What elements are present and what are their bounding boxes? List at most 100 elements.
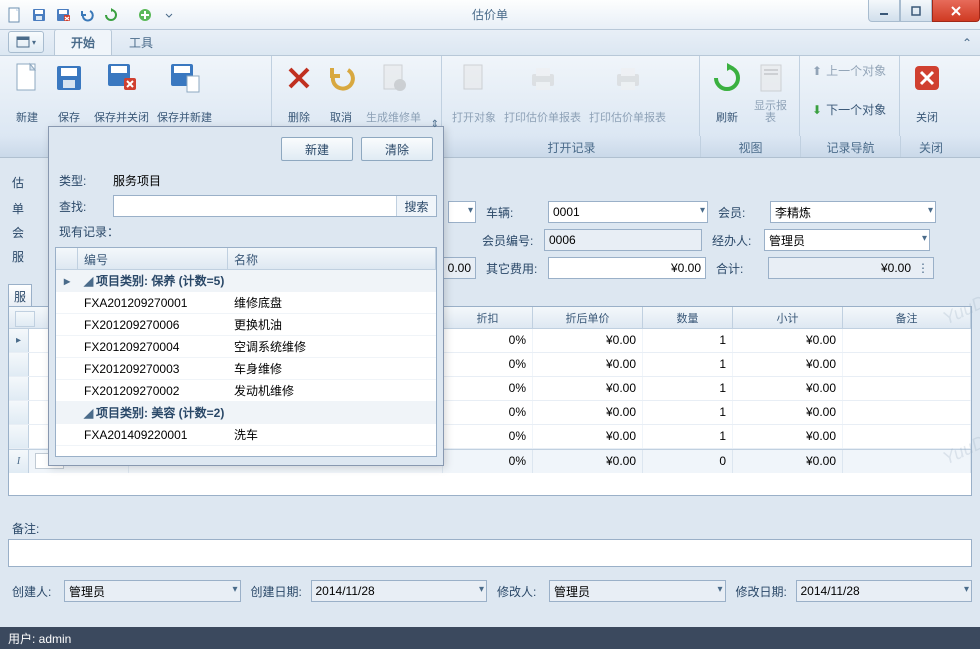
label-modifier: 修改人: [493, 583, 543, 600]
save-button[interactable]: 保存 [48, 60, 90, 128]
popup-item-row[interactable]: FX201209270002发动机维修 [56, 380, 436, 402]
ribbon-panel: 新建 保存 保存并关闭 保存并新建 删除 取消 生成维修单 打开对象 打印估价单… [0, 56, 980, 136]
qat-save-icon[interactable] [28, 4, 50, 26]
vehicle-field[interactable]: 0001▾ [548, 201, 708, 223]
tab-start[interactable]: 开始 [54, 29, 112, 55]
popup-col-name[interactable]: 名称 [228, 248, 436, 269]
new-button[interactable]: 新建 [6, 60, 48, 128]
tab-tools[interactable]: 工具 [112, 29, 170, 55]
label-other-fee: 其它费用: [482, 260, 542, 277]
show-report-button[interactable]: 显示报表 [748, 60, 793, 128]
refresh-icon [711, 62, 743, 94]
undo-icon [325, 62, 357, 94]
print-multi-button[interactable]: 打印估价单报表 [585, 60, 670, 128]
other-fee-field[interactable]: ¥0.00 [548, 257, 706, 279]
form-label-hui: 会 [12, 224, 24, 241]
label-member-no: 会员编号: [478, 232, 538, 249]
open-object-icon [458, 62, 490, 94]
save-close-button[interactable]: 保存并关闭 [90, 60, 153, 128]
printer-icon [527, 62, 559, 94]
label-vehicle: 车辆: [482, 204, 542, 221]
remark-field[interactable] [8, 539, 972, 567]
popup-new-button[interactable]: 新建 [281, 137, 353, 161]
prev-object-link[interactable]: ⬆上一个对象 [808, 60, 891, 81]
close-button[interactable] [932, 0, 980, 22]
label-total: 合计: [712, 260, 762, 277]
search-button[interactable]: 搜索 [396, 196, 436, 216]
delete-icon [283, 62, 315, 94]
popup-item-row[interactable]: FX201209270003车身维修 [56, 358, 436, 380]
form-label-gu: 估 [12, 174, 24, 191]
popup-pin-icon[interactable]: ⇕ [431, 119, 439, 130]
dropdown-stub[interactable]: ▾ [448, 201, 476, 223]
col-discount[interactable]: 折扣 [443, 307, 533, 328]
modify-date-field: 2014/11/28▾ [796, 580, 973, 602]
search-wrap: 搜索 [113, 195, 437, 217]
delete-button[interactable]: 删除 [278, 60, 320, 128]
clerk-field[interactable]: 管理员▾ [764, 229, 930, 251]
col-remark[interactable]: 备注 [843, 307, 971, 328]
close-panel-button[interactable]: 关闭 [906, 60, 948, 128]
qat-dropdown-icon[interactable] [158, 4, 180, 26]
form-label-fu: 服 [12, 248, 24, 265]
qat-add-green-icon[interactable] [134, 4, 156, 26]
popup-type-value: 服务项目 [113, 172, 437, 189]
audit-row: 创建人: 管理员▾ 创建日期: 2014/11/28▾ 修改人: 管理员▾ 修改… [8, 576, 972, 606]
save-icon [53, 62, 85, 94]
gen-repair-icon [378, 62, 410, 94]
grid-corner [15, 311, 35, 327]
tab-service[interactable]: 服 [8, 284, 32, 306]
refresh-button[interactable]: 刷新 [706, 60, 748, 128]
save-new-icon [169, 62, 201, 94]
popup-label-type: 类型: [55, 172, 113, 189]
qat-undo-icon[interactable] [76, 4, 98, 26]
close-red-icon [911, 62, 943, 94]
label-modify-date: 修改日期: [732, 583, 790, 600]
popup-item-row[interactable]: FXA201409220001洗车 [56, 424, 436, 446]
creator-field: 管理员▾ [64, 580, 241, 602]
label-creator: 创建人: [8, 583, 58, 600]
open-object-button[interactable]: 打开对象 [448, 60, 500, 128]
popup-item-row[interactable]: FXA201209270001维修底盘 [56, 292, 436, 314]
ribbon-menu-button[interactable]: ▾ [8, 31, 44, 53]
new-icon [11, 62, 43, 94]
gen-repair-button[interactable]: 生成维修单 [362, 60, 425, 128]
label-create-date: 创建日期: [247, 583, 305, 600]
group-label-close: 关闭 [901, 136, 961, 157]
group-label-nav: 记录导航 [801, 136, 901, 157]
popup-group-row[interactable]: ◢项目类别: 美容 (计数=2) [56, 402, 436, 424]
qat-save-close-icon[interactable] [52, 4, 74, 26]
popup-grid: 编号 名称 ▸◢项目类别: 保养 (计数=5) FXA201209270001维… [55, 247, 437, 457]
modifier-field: 管理员▾ [549, 580, 726, 602]
col-qty[interactable]: 数量 [643, 307, 733, 328]
col-after-price[interactable]: 折后单价 [533, 307, 643, 328]
print-single-button[interactable]: 打印估价单报表 [500, 60, 585, 128]
col-subtotal[interactable]: 小计 [733, 307, 843, 328]
member-field[interactable]: 李精炼▾ [770, 201, 936, 223]
popup-col-code[interactable]: 编号 [78, 248, 228, 269]
circle-up-icon: ⬆ [812, 64, 822, 78]
window-title: 估价单 [472, 6, 508, 23]
save-new-button[interactable]: 保存并新建 [153, 60, 216, 128]
member-no-field: 0006 [544, 229, 702, 251]
circle-down-icon: ⬇ [812, 103, 822, 117]
popup-group-row[interactable]: ▸◢项目类别: 保养 (计数=5) [56, 270, 436, 292]
popup-item-row[interactable]: FX201209270004空调系统维修 [56, 336, 436, 358]
qat-refresh-icon[interactable] [100, 4, 122, 26]
next-object-link[interactable]: ⬇下一个对象 [808, 99, 891, 120]
ribbon-collapse-icon[interactable]: ⌃ [962, 36, 972, 50]
qat-new-icon[interactable] [4, 4, 26, 26]
create-date-field: 2014/11/28▾ [311, 580, 488, 602]
maximize-button[interactable] [900, 0, 932, 22]
popup-item-row[interactable]: FX201209270006更换机油 [56, 314, 436, 336]
save-close-icon [106, 62, 138, 94]
popup-clear-button[interactable]: 清除 [361, 137, 433, 161]
cancel-button[interactable]: 取消 [320, 60, 362, 128]
search-input[interactable] [114, 196, 396, 216]
minimize-button[interactable] [868, 0, 900, 22]
group-label-view: 视图 [701, 136, 801, 157]
label-member: 会员: [714, 204, 764, 221]
popup-label-existing: 现有记录： [55, 223, 119, 240]
popup-label-search: 查找: [55, 198, 113, 215]
status-user: 用户: admin [8, 632, 71, 646]
